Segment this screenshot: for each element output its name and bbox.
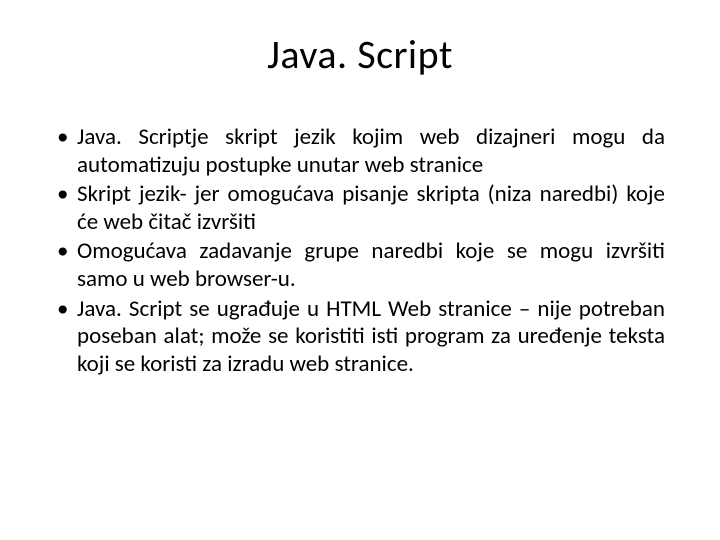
list-item: Java. Script se ugrađuje u HTML Web stra… <box>55 296 665 379</box>
slide: Java. Script Java. Scriptje skript jezik… <box>0 0 720 540</box>
list-item: Java. Scriptje skript jezik kojim web di… <box>55 124 665 179</box>
list-item: Skript jezik- jer omogućava pisanje skri… <box>55 181 665 236</box>
list-item: Omogućava zadavanje grupe naredbi koje s… <box>55 238 665 293</box>
bullet-list: Java. Scriptje skript jezik kojim web di… <box>55 124 665 378</box>
slide-title: Java. Script <box>55 30 665 79</box>
